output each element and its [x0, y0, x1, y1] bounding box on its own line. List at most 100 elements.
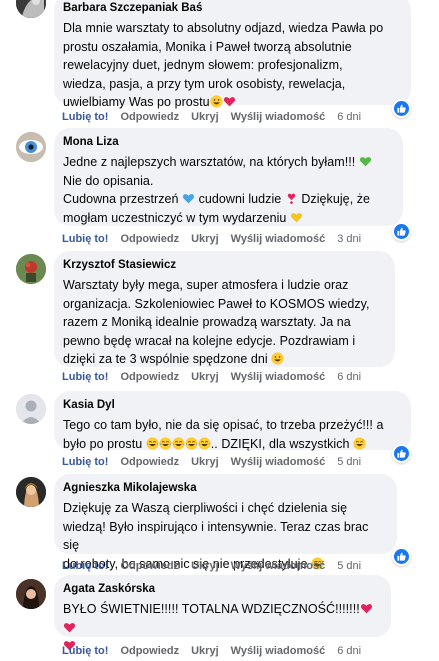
thumbs-up-icon	[396, 103, 407, 114]
yellow-heart-emoji-icon	[290, 211, 303, 224]
hide-button[interactable]: Ukryj	[191, 456, 219, 468]
laughing-emoji-icon	[198, 437, 211, 450]
send-message-button[interactable]: Wyślij wiadomość	[231, 233, 326, 245]
heart-emoji-icon	[360, 602, 373, 615]
blue-heart-emoji-icon	[182, 192, 195, 205]
comment-line-text: było po prostu	[63, 436, 143, 451]
comment-line-text: .. DZIĘKI, dla wszystkich	[210, 436, 350, 451]
send-message-button[interactable]: Wyślij wiadomość	[231, 645, 326, 657]
grin-sweat-emoji-icon	[353, 437, 366, 450]
comment-bubble: Mona Liza Jedne z najlepszych warsztatów…	[54, 128, 403, 226]
comment-line-text: cudowni ludzie	[195, 192, 282, 206]
comment-author[interactable]: Barbara Szczepaniak Baś	[63, 1, 399, 15]
comment-actions: Lubię to! Odpowiedz Ukryj Wyślij wiadomo…	[62, 370, 373, 384]
comment-line: Dla mnie warsztaty to absolutny odjazd, …	[63, 21, 384, 35]
heart-exclamation-emoji-icon	[285, 192, 298, 205]
hide-button[interactable]: Ukryj	[191, 111, 219, 123]
comment-line: rewelacyjny duet, jednym słowem: profesj…	[63, 58, 343, 72]
comment-actions: Lubię to! Odpowiedz Ukryj Wyślij wiadomo…	[62, 559, 373, 573]
avatar-image	[16, 394, 46, 424]
avatar[interactable]	[16, 0, 46, 18]
comment-line: prostu oszałamia, Monika i Paweł tworzą …	[63, 39, 352, 54]
comment-timestamp[interactable]: 6 dni	[337, 371, 361, 383]
reply-button[interactable]: Odpowiedz	[120, 560, 179, 572]
comment-text: Jedne z najlepszych warsztatów, na który…	[63, 153, 391, 227]
comment-text: Dla mnie warsztaty to absolutny odjazd, …	[63, 19, 399, 112]
comment-line: pewno będę wracał na kolejne edycje. Poz…	[63, 333, 356, 348]
comment-actions: Lubię to! Odpowiedz Ukryj Wyślij wiadomo…	[62, 232, 373, 246]
comment-line: Jedne z najlepszych warsztatów, na który…	[63, 153, 391, 172]
comment-timestamp[interactable]: 6 dni	[337, 645, 361, 657]
comment-line-text: uwielbiamy Was po prostu	[63, 95, 210, 109]
comment-author[interactable]: Krzysztof Stasiewicz	[63, 258, 383, 272]
comment-author[interactable]: Agata Zaskórska	[63, 582, 379, 596]
send-message-button[interactable]: Wyślij wiadomość	[231, 560, 326, 572]
comment-line-text: BYŁO ŚWIETNIE!!!!! TOTALNA WDZIĘCZNOŚĆ!!…	[63, 602, 360, 616]
comment-timestamp[interactable]: 3 dni	[337, 233, 361, 245]
reaction-like-icon[interactable]	[392, 547, 411, 566]
hide-button[interactable]: Ukryj	[191, 645, 219, 657]
laughing-emoji-icon	[172, 437, 185, 450]
thumbs-up-icon	[396, 226, 407, 237]
reaction-like-icon[interactable]	[392, 444, 411, 463]
comment-line: dzięki za te 3 wspólnie spędzone dni	[63, 350, 383, 369]
avatar[interactable]	[16, 579, 46, 609]
comment-line: Warsztaty były mega, super atmosfera i l…	[63, 278, 349, 292]
comment-line: organizacja. Szkoleniowiec Paweł to KOSM…	[63, 296, 370, 311]
avatar-image	[16, 477, 46, 507]
hide-button[interactable]: Ukryj	[191, 560, 219, 572]
send-message-button[interactable]: Wyślij wiadomość	[231, 111, 326, 123]
send-message-button[interactable]: Wyślij wiadomość	[231, 456, 326, 468]
like-button[interactable]: Lubię to!	[62, 456, 108, 468]
laughing-emoji-icon	[146, 437, 159, 450]
reply-button[interactable]: Odpowiedz	[120, 456, 179, 468]
comment-actions: Lubię to! Odpowiedz Ukryj Wyślij wiadomo…	[62, 644, 373, 658]
like-button[interactable]: Lubię to!	[62, 560, 108, 572]
comment-author[interactable]: Kasia Dyl	[63, 398, 399, 412]
comment-author[interactable]: Agnieszka Mikolajewska	[63, 481, 385, 495]
hide-button[interactable]: Ukryj	[191, 233, 219, 245]
comment-author[interactable]: Mona Liza	[63, 135, 391, 149]
comment-line-text: Cudowna przestrzeń	[63, 192, 179, 206]
avatar[interactable]	[16, 477, 46, 507]
reply-button[interactable]: Odpowiedz	[120, 233, 179, 245]
comment-line: Tego co tam było, nie da się opisać, to …	[63, 418, 384, 432]
like-button[interactable]: Lubię to!	[62, 233, 108, 245]
avatar-image	[16, 254, 46, 284]
laughing-emoji-icon	[159, 437, 172, 450]
comment-bubble: Kasia Dyl Tego co tam było, nie da się o…	[54, 391, 411, 451]
like-button[interactable]: Lubię to!	[62, 111, 108, 123]
comment-line-text: dzięki za te 3 wspólnie spędzone dni	[63, 352, 268, 366]
comment-actions: Lubię to! Odpowiedz Ukryj Wyślij wiadomo…	[62, 110, 373, 124]
reaction-like-icon[interactable]	[392, 222, 411, 241]
comment-line: wiedzą! Było inspirująco i intensywnie. …	[63, 519, 369, 553]
comment-timestamp[interactable]: 5 dni	[337, 560, 361, 572]
reply-button[interactable]: Odpowiedz	[120, 645, 179, 657]
comment-text: Warsztaty były mega, super atmosfera i l…	[63, 276, 383, 369]
send-message-button[interactable]: Wyślij wiadomość	[231, 371, 326, 383]
comment-bubble: Barbara Szczepaniak Baś Dla mnie warszta…	[54, 0, 411, 109]
comment-timestamp[interactable]: 6 dni	[337, 111, 361, 123]
comment-line: razem z Moniką idealnie prowadzą warszta…	[63, 315, 351, 329]
avatar-image	[16, 0, 46, 18]
avatar[interactable]	[16, 254, 46, 284]
comment-bubble: Agata Zaskórska BYŁO ŚWIETNIE!!!!! TOTAL…	[54, 575, 391, 637]
comment-line: było po prostu .. DZIĘKI, dla wszystkich	[63, 435, 399, 454]
comment-bubble: Krzysztof Stasiewicz Warsztaty były mega…	[54, 251, 395, 367]
like-button[interactable]: Lubię to!	[62, 371, 108, 383]
heart-emoji-icon	[223, 95, 236, 108]
avatar-image	[16, 579, 46, 609]
avatar[interactable]	[16, 132, 46, 162]
comment-timestamp[interactable]: 5 dni	[337, 456, 361, 468]
comment-line-text: mogłam uczestniczyć w tym wydarzeniu	[63, 210, 287, 225]
hide-button[interactable]: Ukryj	[191, 371, 219, 383]
heart-emoji-icon	[63, 621, 76, 634]
comment-line: Dziękuję za Waszą cierpliwości i chęć dz…	[63, 501, 348, 515]
reply-button[interactable]: Odpowiedz	[120, 111, 179, 123]
avatar[interactable]	[16, 394, 46, 424]
like-button[interactable]: Lubię to!	[62, 645, 108, 657]
comment-line: uwielbiamy Was po prostu	[63, 93, 399, 112]
reaction-like-icon[interactable]	[392, 99, 411, 118]
reply-button[interactable]: Odpowiedz	[120, 371, 179, 383]
avatar-image	[16, 132, 46, 162]
